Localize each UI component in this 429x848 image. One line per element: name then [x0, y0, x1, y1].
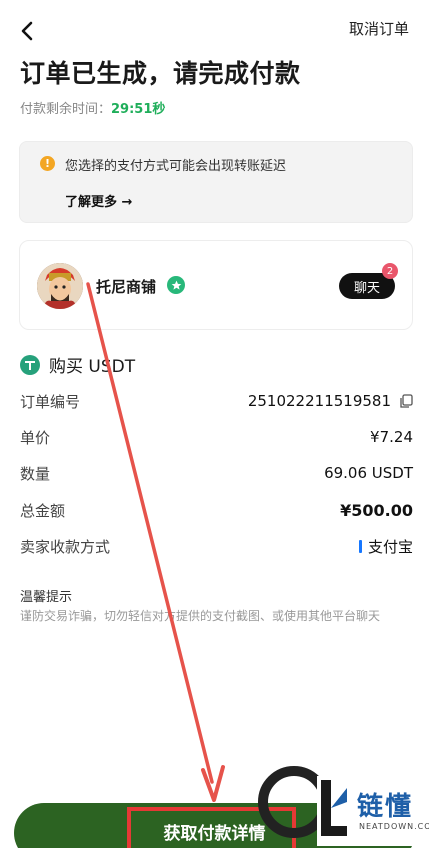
- order-number: 251022211519581: [247, 392, 391, 410]
- payment-method-row: 卖家收款方式 支付宝: [20, 536, 413, 557]
- avatar[interactable]: [37, 263, 83, 309]
- unread-badge: 2: [382, 263, 398, 279]
- learn-more-link[interactable]: 了解更多 →: [65, 191, 132, 210]
- cancel-order-button[interactable]: 取消订单: [349, 18, 409, 39]
- payment-method: 支付宝: [358, 536, 413, 557]
- delay-warning: ! 您选择的支付方式可能会出现转账延迟 了解更多 →: [19, 141, 413, 223]
- order-title: 购买 USDT: [20, 352, 135, 377]
- seller-card: 托尼商铺 聊天 2: [19, 240, 413, 330]
- quantity-row: 数量 69.06 USDT: [20, 464, 413, 483]
- order-number-row: 订单编号 251022211519581: [20, 390, 413, 412]
- total-row: 总金额 ¥500.00: [20, 500, 413, 520]
- page-title: 订单已生成，请完成付款: [20, 59, 301, 88]
- tips-title: 温馨提示: [20, 590, 73, 605]
- watermark-site: NEATDOWN.COM: [359, 822, 429, 831]
- unit-price-row: 单价 ¥7.24: [20, 428, 413, 447]
- annotation-arrow: [86, 282, 225, 802]
- total-amount: ¥500.00: [340, 500, 413, 520]
- tips-body: 谨防交易诈骗，切勿轻信对方提供的支付截图、或使用其他平台聊天: [20, 609, 381, 623]
- warning-icon: !: [40, 156, 55, 171]
- watermark-logo: 链懂 NEATDOWN.COM: [317, 776, 429, 846]
- alipay-indicator-icon: [358, 539, 362, 553]
- unit-price: ¥7.24: [370, 428, 413, 446]
- warning-text: 您选择的支付方式可能会出现转账延迟: [65, 159, 287, 174]
- quantity: 69.06 USDT: [324, 464, 413, 482]
- countdown-label: 付款剩余时间：: [20, 102, 112, 117]
- watermark-l-icon: [321, 780, 347, 836]
- order-title-text: 购买 USDT: [49, 357, 136, 377]
- usdt-icon: [20, 354, 40, 375]
- copy-icon[interactable]: [399, 393, 413, 409]
- seller-name[interactable]: 托尼商铺: [96, 276, 156, 297]
- countdown-value: 29:51秒: [111, 102, 166, 117]
- chevron-left-icon: [21, 21, 33, 41]
- verified-badge-icon: [167, 276, 185, 294]
- watermark-brand: 链懂: [357, 792, 414, 822]
- back-button[interactable]: [14, 18, 40, 44]
- countdown: 付款剩余时间：29:51秒: [20, 98, 165, 117]
